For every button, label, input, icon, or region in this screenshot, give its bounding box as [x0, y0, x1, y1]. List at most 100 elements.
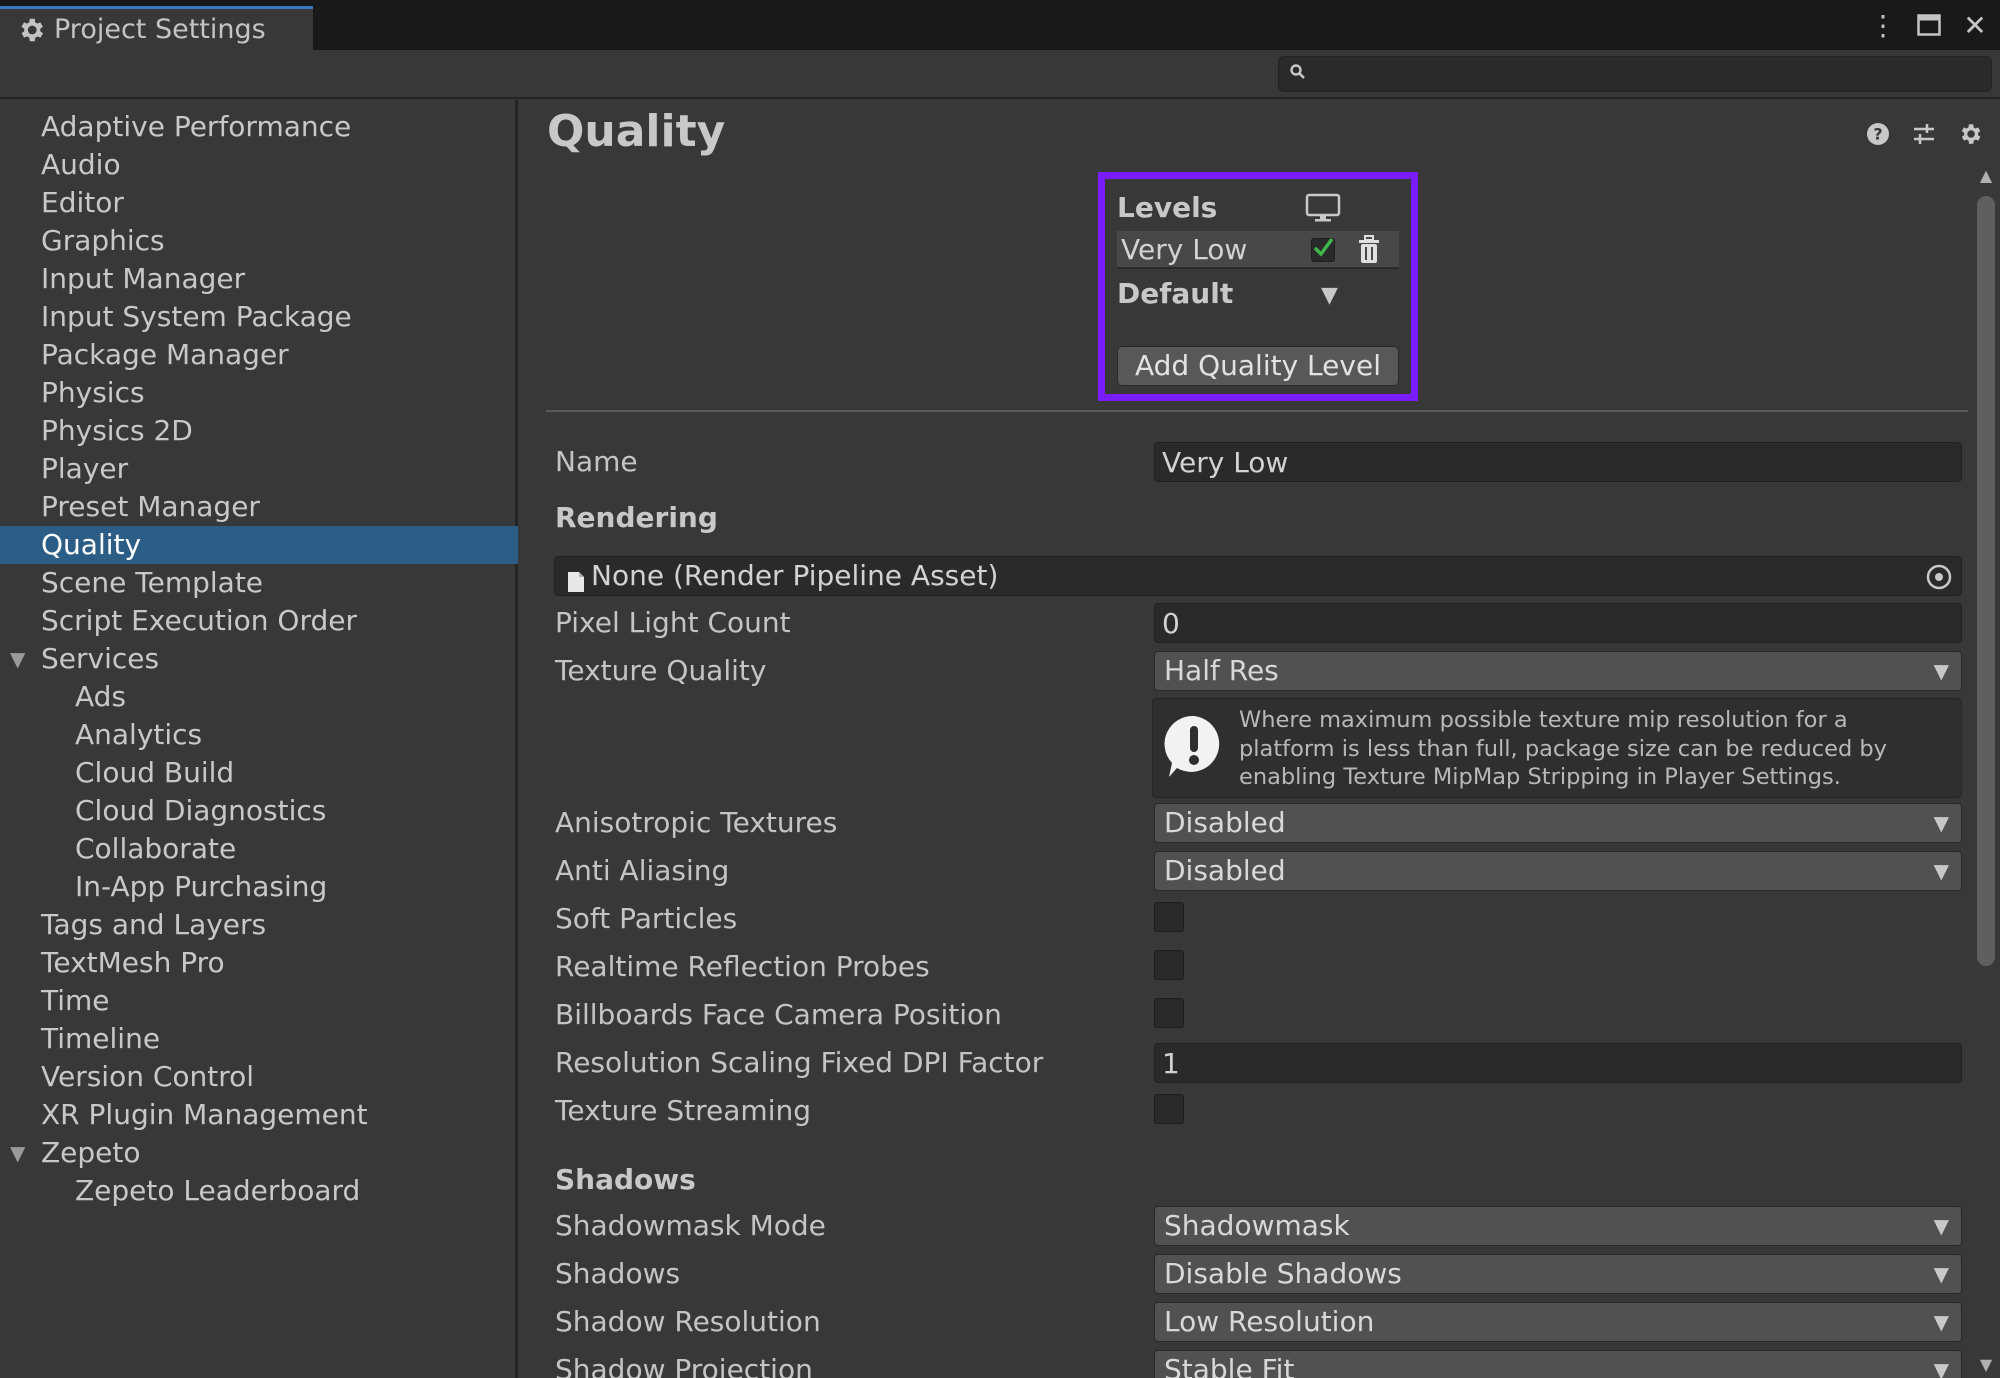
soft-particles-label: Soft Particles — [555, 902, 738, 935]
trash-icon[interactable] — [1355, 235, 1383, 265]
vertical-scrollbar[interactable]: ▲ ▼ — [1972, 166, 2000, 1378]
sidebar-item-zepeto-leaderboard[interactable]: Zepeto Leaderboard — [0, 1172, 518, 1210]
close-icon[interactable]: ✕ — [1962, 9, 1988, 42]
help-text: Where maximum possible texture mip resol… — [1239, 707, 1887, 790]
preset-sliders-icon[interactable] — [1910, 120, 1938, 148]
dropdown-caret-icon: ▼ — [1933, 1358, 1949, 1378]
dropdown-value: Disable Shadows — [1164, 1257, 1402, 1290]
sidebar-item-physics-2d[interactable]: Physics 2D — [0, 412, 518, 450]
sidebar-item-audio[interactable]: Audio — [0, 146, 518, 184]
quality-level-row[interactable]: Very Low — [1117, 231, 1399, 269]
document-icon — [567, 565, 585, 592]
help-icon[interactable]: ? — [1864, 120, 1892, 148]
levels-header: Levels — [1117, 191, 1218, 224]
sidebar-item-label: Services — [41, 642, 160, 675]
section-divider — [546, 410, 1968, 412]
sidebar-item-textmesh-pro[interactable]: TextMesh Pro — [0, 944, 518, 982]
sidebar-item-input-manager[interactable]: Input Manager — [0, 260, 518, 298]
sidebar-item-version-control[interactable]: Version Control — [0, 1058, 518, 1096]
sidebar-item-label: Time — [41, 984, 110, 1017]
pixel-light-count-field[interactable] — [1154, 603, 1962, 643]
object-picker-icon[interactable] — [1925, 563, 1953, 591]
sidebar-item-ads[interactable]: Ads — [0, 678, 518, 716]
add-quality-level-button[interactable]: Add Quality Level — [1117, 346, 1399, 386]
sidebar-item-label: Version Control — [41, 1060, 255, 1093]
tab-project-settings[interactable]: Project Settings — [0, 6, 313, 50]
sidebar-item-label: Ads — [75, 680, 127, 713]
sidebar-item-label: Zepeto — [41, 1136, 141, 1169]
sidebar-item-preset-manager[interactable]: Preset Manager — [0, 488, 518, 526]
sidebar-item-label: XR Plugin Management — [41, 1098, 368, 1131]
realtime-reflection-probes-checkbox[interactable] — [1154, 950, 1184, 980]
expand-arrow-icon[interactable]: ▼ — [10, 640, 25, 678]
sidebar-item-label: Input Manager — [41, 262, 246, 295]
sidebar-item-player[interactable]: Player — [0, 450, 518, 488]
sidebar-item-label: Zepeto Leaderboard — [75, 1174, 361, 1207]
sidebar-item-quality[interactable]: Quality — [0, 526, 518, 564]
billboards-face-camera-checkbox[interactable] — [1154, 998, 1184, 1028]
sidebar-item-services[interactable]: ▼ Services — [0, 640, 518, 678]
shadowmask-mode-label: Shadowmask Mode — [555, 1209, 826, 1242]
soft-particles-checkbox[interactable] — [1154, 902, 1184, 932]
more-menu-icon[interactable]: ⋮ — [1869, 9, 1897, 42]
shadowmask-mode-dropdown[interactable]: Shadowmask ▼ — [1154, 1206, 1962, 1246]
header-icons: ? — [1864, 120, 1984, 148]
default-dropdown-icon[interactable]: ▼ — [1321, 283, 1345, 308]
dropdown-caret-icon: ▼ — [1933, 811, 1949, 835]
anti-aliasing-label: Anti Aliasing — [555, 854, 730, 887]
page-title: Quality — [547, 106, 726, 157]
level-enabled-checkbox[interactable] — [1311, 237, 1335, 262]
sidebar-item-xr-plugin-management[interactable]: XR Plugin Management — [0, 1096, 518, 1134]
sidebar-item-package-manager[interactable]: Package Manager — [0, 336, 518, 374]
dpi-factor-field[interactable] — [1154, 1043, 1962, 1083]
scroll-up-icon[interactable]: ▲ — [1978, 166, 1994, 185]
rendering-header: Rendering — [555, 501, 718, 534]
sidebar-item-zepeto[interactable]: ▼ Zepeto — [0, 1134, 518, 1172]
realtime-reflection-probes-label: Realtime Reflection Probes — [555, 950, 930, 983]
anisotropic-textures-dropdown[interactable]: Disabled ▼ — [1154, 803, 1962, 843]
texture-streaming-checkbox[interactable] — [1154, 1094, 1184, 1124]
svg-text:?: ? — [1873, 125, 1882, 144]
anisotropic-textures-label: Anisotropic Textures — [555, 806, 838, 839]
project-settings-window: Project Settings ⋮ ✕ Adaptive Performanc… — [0, 0, 2000, 1378]
sidebar-item-adaptive-performance[interactable]: Adaptive Performance — [0, 108, 518, 146]
shadow-projection-dropdown[interactable]: Stable Fit ▼ — [1154, 1350, 1962, 1378]
shadow-resolution-dropdown[interactable]: Low Resolution ▼ — [1154, 1302, 1962, 1342]
sidebar-item-analytics[interactable]: Analytics — [0, 716, 518, 754]
sidebar-item-label: Quality — [41, 528, 142, 561]
search-box[interactable] — [1278, 56, 1992, 92]
sidebar-item-label: Editor — [41, 186, 124, 219]
sidebar-item-scene-template[interactable]: Scene Template — [0, 564, 518, 602]
expand-arrow-icon[interactable]: ▼ — [10, 1134, 25, 1172]
sidebar-item-label: TextMesh Pro — [41, 946, 225, 979]
dropdown-caret-icon: ▼ — [1933, 1262, 1949, 1286]
name-field[interactable] — [1154, 442, 1962, 482]
render-pipeline-asset-field[interactable]: None (Render Pipeline Asset) — [554, 556, 1962, 596]
sidebar-item-script-execution-order[interactable]: Script Execution Order — [0, 602, 518, 640]
sidebar-item-time[interactable]: Time — [0, 982, 518, 1020]
tab-title: Project Settings — [54, 14, 266, 45]
sidebar-item-timeline[interactable]: Timeline — [0, 1020, 518, 1058]
sidebar-item-tags-and-layers[interactable]: Tags and Layers — [0, 906, 518, 944]
gear-icon — [16, 15, 46, 45]
search-input[interactable] — [1317, 60, 1991, 88]
dropdown-value: Disabled — [1164, 806, 1286, 839]
sidebar-item-label: Timeline — [41, 1022, 161, 1055]
sidebar-item-input-system-package[interactable]: Input System Package — [0, 298, 518, 336]
sidebar-item-graphics[interactable]: Graphics — [0, 222, 518, 260]
settings-gear-icon[interactable] — [1956, 120, 1984, 148]
sidebar-item-physics[interactable]: Physics — [0, 374, 518, 412]
sidebar-item-cloud-diagnostics[interactable]: Cloud Diagnostics — [0, 792, 518, 830]
texture-quality-dropdown[interactable]: Half Res ▼ — [1154, 651, 1962, 691]
anti-aliasing-dropdown[interactable]: Disabled ▼ — [1154, 851, 1962, 891]
sidebar-item-in-app-purchasing[interactable]: In-App Purchasing — [0, 868, 518, 906]
maximize-icon[interactable] — [1916, 10, 1942, 40]
shadows-dropdown[interactable]: Disable Shadows ▼ — [1154, 1254, 1962, 1294]
sidebar-item-editor[interactable]: Editor — [0, 184, 518, 222]
sidebar-item-cloud-build[interactable]: Cloud Build — [0, 754, 518, 792]
scroll-down-icon[interactable]: ▼ — [1978, 1355, 1994, 1374]
sidebar-item-collaborate[interactable]: Collaborate — [0, 830, 518, 868]
sidebar-item-label: Script Execution Order — [41, 604, 357, 637]
scroll-thumb[interactable] — [1977, 196, 1995, 966]
warning-speech-bubble-icon — [1163, 713, 1225, 781]
